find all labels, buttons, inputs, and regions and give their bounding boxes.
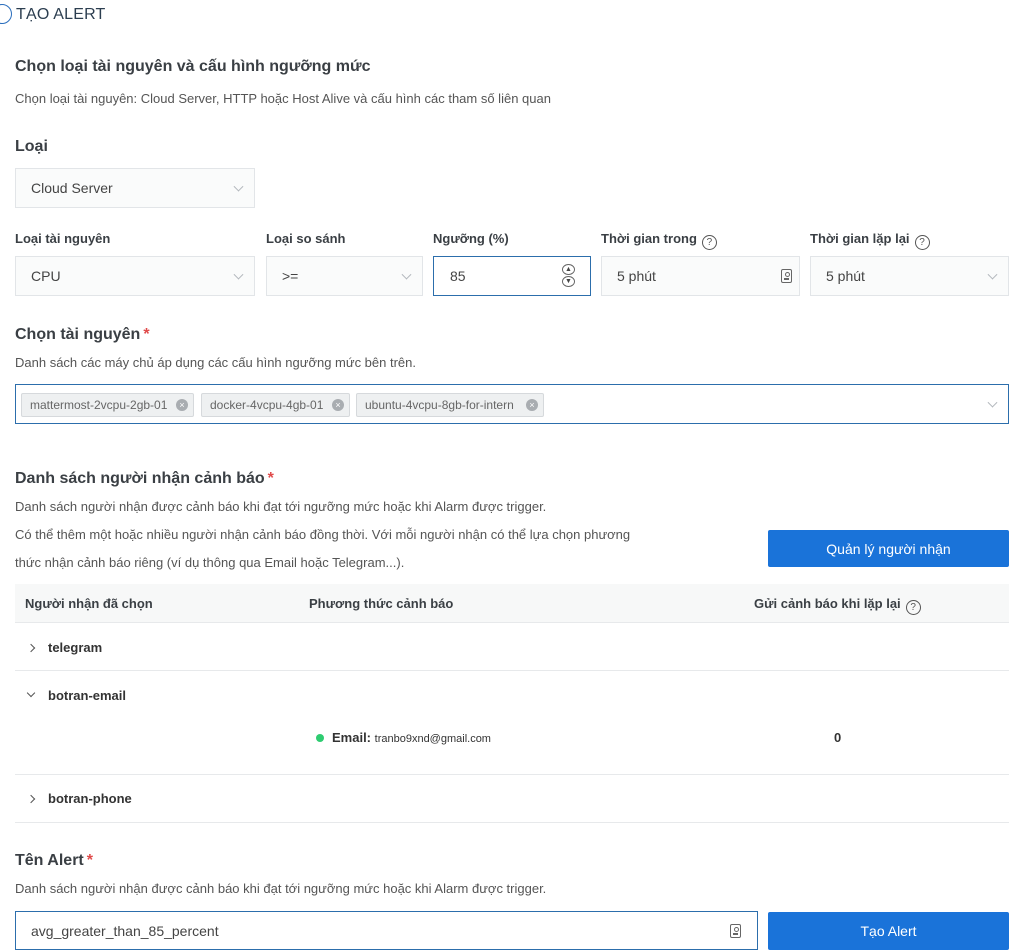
remove-icon[interactable]: × xyxy=(332,399,344,411)
expanded-row-detail xyxy=(15,718,1009,774)
chevron-down-icon xyxy=(233,269,244,280)
help-icon[interactable]: ? xyxy=(914,235,930,250)
resource-config-heading: Chọn loại tài nguyên và cấu hình ngưỡng … xyxy=(15,58,371,75)
resources-heading-wrap: Chọn tài nguyên * xyxy=(15,326,150,344)
resource-tag-label: mattermost-2vcpu-2gb-01 xyxy=(30,398,168,412)
col-recipient-header: Người nhận đã chọn xyxy=(25,596,153,611)
method-value: tranbo9xnd@gmail.com xyxy=(374,733,491,745)
remove-icon[interactable]: × xyxy=(176,399,188,411)
contact-card-icon xyxy=(781,269,792,283)
compare-select[interactable]: >= xyxy=(266,256,423,296)
alert-name-heading: Tên Alert xyxy=(15,852,84,869)
repeat-label: Thời gian lặp lại xyxy=(810,231,910,246)
recipient-name: telegram xyxy=(48,640,103,655)
resource-tag-label: docker-4vcpu-4gb-01 xyxy=(210,398,324,412)
duration-label: Thời gian trong xyxy=(601,231,697,246)
recipients-note-line2: thức nhận cảnh báo riêng (ví dụ thông qu… xyxy=(15,555,405,570)
manage-recipients-button[interactable]: Quản lý người nhận xyxy=(768,530,1009,567)
table-row[interactable] xyxy=(15,623,1009,670)
page-title: TẠO ALERT xyxy=(16,6,106,23)
compare-label: Loại so sánh xyxy=(266,231,346,246)
resources-description: Danh sách các máy chủ áp dụng các cấu hì… xyxy=(15,355,416,370)
type-select[interactable]: Cloud Server xyxy=(15,168,255,208)
back-icon[interactable] xyxy=(0,4,12,24)
recipients-note-line1: Có thể thêm một hoặc nhiều người nhận cả… xyxy=(15,527,631,542)
table-row[interactable] xyxy=(15,671,1009,718)
required-mark: * xyxy=(143,326,150,343)
resource-tag: mattermost-2vcpu-2gb-01 × xyxy=(21,393,194,417)
resource-config-description: Chọn loại tài nguyên: Cloud Server, HTTP… xyxy=(15,91,551,106)
resource-type-value: CPU xyxy=(31,268,61,284)
col-repeat-header: Gửi cảnh báo khi lặp lại xyxy=(754,596,901,611)
threshold-input[interactable]: 85 ▲ ▼ xyxy=(433,256,591,296)
decrement-icon[interactable]: ▼ xyxy=(562,276,575,287)
resources-multiselect[interactable]: mattermost-2vcpu-2gb-01 × docker-4vcpu-4… xyxy=(15,384,1009,424)
method-label: Email: xyxy=(332,730,372,745)
threshold-stepper[interactable]: ▲ ▼ xyxy=(562,264,576,288)
increment-icon[interactable]: ▲ xyxy=(562,264,575,275)
chevron-down-icon xyxy=(987,397,998,408)
col-method-header: Phương thức cảnh báo xyxy=(309,596,454,611)
recipients-heading: Danh sách người nhận cảnh báo xyxy=(15,470,265,487)
recipients-description: Danh sách người nhận được cảnh báo khi đ… xyxy=(15,499,547,514)
col-repeat-header-wrap: Gửi cảnh báo khi lặp lại? xyxy=(754,596,921,615)
resource-type-label: Loại tài nguyên xyxy=(15,231,111,246)
resource-tag: docker-4vcpu-4gb-01 × xyxy=(201,393,350,417)
table-row[interactable] xyxy=(15,775,1009,822)
alert-name-input[interactable]: avg_greater_than_85_percent xyxy=(15,911,758,950)
contact-card-icon xyxy=(730,924,741,938)
resource-tag: ubuntu-4vcpu-8gb-for-intern × xyxy=(356,393,544,417)
chevron-down-icon xyxy=(401,269,412,280)
resource-tag-label: ubuntu-4vcpu-8gb-for-intern xyxy=(365,398,514,412)
type-label: Loại xyxy=(15,138,48,155)
recipients-heading-wrap: Danh sách người nhận cảnh báo * xyxy=(15,470,274,488)
duration-label-wrap: Thời gian trong? xyxy=(601,231,717,250)
duration-input[interactable]: 5 phút xyxy=(601,256,800,296)
alert-name-description: Danh sách người nhận được cảnh báo khi đ… xyxy=(15,881,547,896)
duration-value: 5 phút xyxy=(617,268,656,284)
repeat-select[interactable]: 5 phút xyxy=(810,256,1009,296)
repeat-label-wrap: Thời gian lặp lại? xyxy=(810,231,930,250)
recipient-name: botran-email xyxy=(48,688,127,703)
remove-icon[interactable]: × xyxy=(526,399,538,411)
divider xyxy=(15,822,1009,823)
resource-type-select[interactable]: CPU xyxy=(15,256,255,296)
alert-name-value: avg_greater_than_85_percent xyxy=(31,922,219,939)
required-mark: * xyxy=(86,852,93,869)
compare-value: >= xyxy=(282,268,299,284)
alert-name-heading-wrap: Tên Alert * xyxy=(15,852,93,870)
threshold-label: Ngưỡng (%) xyxy=(433,231,509,246)
repeat-count: 0 xyxy=(834,730,842,745)
chevron-down-icon xyxy=(987,269,998,280)
help-icon[interactable]: ? xyxy=(905,600,921,615)
chevron-down-icon xyxy=(233,181,244,192)
required-mark: * xyxy=(267,470,274,487)
repeat-value: 5 phút xyxy=(826,268,865,284)
status-dot-icon xyxy=(316,734,324,742)
create-alert-button[interactable]: Tạo Alert xyxy=(768,912,1009,950)
method-detail: Email: tranbo9xnd@gmail.com xyxy=(332,730,491,745)
resources-heading: Chọn tài nguyên xyxy=(15,326,141,343)
threshold-value: 85 xyxy=(450,268,466,284)
recipient-name: botran-phone xyxy=(48,791,132,806)
type-select-value: Cloud Server xyxy=(31,180,113,196)
help-icon[interactable]: ? xyxy=(701,235,717,250)
